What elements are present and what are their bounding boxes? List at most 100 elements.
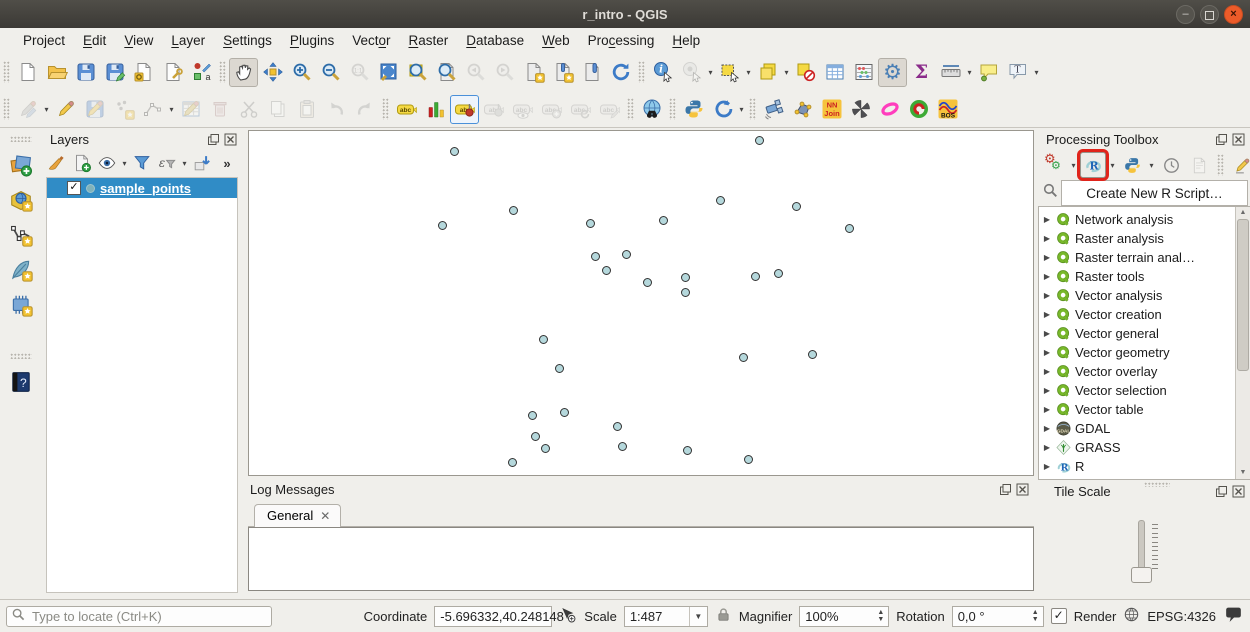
zoom-to-selection-icon[interactable] — [403, 58, 432, 87]
proc-python-icon[interactable] — [1119, 152, 1145, 178]
filter-expression-icon[interactable]: ε — [155, 151, 179, 175]
python-console-icon[interactable] — [679, 95, 708, 124]
proc-edit-icon[interactable] — [1229, 152, 1250, 178]
map-canvas[interactable] — [248, 130, 1034, 476]
chevron-down-icon[interactable]: ▾ — [42, 105, 51, 114]
expander-icon[interactable]: ▶ — [1042, 215, 1052, 224]
layer-row[interactable]: ✓sample_points — [47, 178, 237, 198]
dock-handle[interactable] — [10, 353, 32, 359]
processing-close-button[interactable] — [1231, 132, 1245, 146]
tilescale-float-button[interactable] — [1214, 484, 1228, 498]
zoom-in-icon[interactable] — [287, 58, 316, 87]
tree-item-vector-analysis[interactable]: ▶Vector analysis — [1042, 286, 1235, 305]
pinwheel-tool-icon[interactable] — [846, 95, 875, 124]
open-project-icon[interactable] — [42, 58, 71, 87]
new-virtual-layer-icon[interactable] — [8, 293, 34, 317]
extent-toggle-icon[interactable] — [559, 606, 577, 627]
bos-tool-icon[interactable]: BOS — [933, 95, 962, 124]
pan-map-icon[interactable] — [229, 58, 258, 87]
new-project-icon[interactable] — [13, 58, 42, 87]
chevron-down-icon[interactable]: ▾ — [180, 159, 189, 168]
tree-item-raster-tools[interactable]: ▶Raster tools — [1042, 267, 1235, 286]
data-source-manager-icon[interactable] — [8, 153, 34, 177]
filter-legend-icon[interactable] — [130, 151, 154, 175]
spin-up-icon[interactable]: ▲ — [1032, 609, 1039, 616]
tree-item-raster-analysis[interactable]: ▶Raster analysis — [1042, 229, 1235, 248]
save-project-icon[interactable] — [71, 58, 100, 87]
locator-box[interactable] — [6, 606, 272, 627]
layer-styling-icon[interactable] — [45, 151, 69, 175]
menu-item-vector[interactable]: Vector — [343, 30, 399, 51]
select-rectangle-icon[interactable] — [715, 58, 744, 87]
statistics-icon[interactable] — [849, 58, 878, 87]
spin-down-icon[interactable]: ▼ — [877, 616, 884, 623]
toolbar-handle[interactable] — [3, 61, 10, 83]
toggle-editing-icon[interactable] — [51, 95, 80, 124]
layers-close-button[interactable] — [223, 132, 237, 146]
expander-icon[interactable]: ▶ — [1042, 443, 1052, 452]
layer-diagram-icon[interactable] — [421, 95, 450, 124]
proc-scripts-icon[interactable]: ⚙⚙ — [1041, 152, 1067, 178]
add-group-icon[interactable] — [70, 151, 94, 175]
spin-up-icon[interactable]: ▲ — [877, 609, 884, 616]
tree-item-gdal[interactable]: ▶GDALGDAL — [1042, 419, 1235, 438]
layer-checkbox[interactable]: ✓ — [67, 181, 81, 195]
tree-item-vector-general[interactable]: ▶Vector general — [1042, 324, 1235, 343]
new-bookmark-icon[interactable] — [519, 58, 548, 87]
log-close-button[interactable] — [1015, 482, 1029, 496]
spiral-tool-icon[interactable] — [904, 95, 933, 124]
expander-icon[interactable]: ▶ — [1042, 348, 1052, 357]
tilescale-close-button[interactable] — [1231, 484, 1245, 498]
tree-scrollbar[interactable]: ▲▼ — [1235, 207, 1250, 479]
new-layout-icon[interactable] — [129, 58, 158, 87]
menu-item-edit[interactable]: Edit — [74, 30, 115, 51]
gps-tools-icon[interactable] — [759, 95, 788, 124]
chevron-down-icon[interactable]: ▾ — [1108, 161, 1117, 170]
toolbar-handle[interactable] — [382, 98, 389, 120]
chevron-down-icon[interactable]: ▾ — [1032, 68, 1041, 77]
tree-item-raster-terrain-anal[interactable]: ▶Raster terrain anal… — [1042, 248, 1235, 267]
select-expression-icon[interactable] — [753, 58, 782, 87]
zoom-out-icon[interactable] — [316, 58, 345, 87]
tree-item-network-analysis[interactable]: ▶Network analysis — [1042, 210, 1235, 229]
expander-icon[interactable]: ▶ — [1042, 424, 1052, 433]
style-manager-icon[interactable]: a — [187, 58, 216, 87]
text-annotation-icon[interactable]: T — [1003, 58, 1032, 87]
chevron-down-icon[interactable]: ▾ — [1069, 161, 1078, 170]
processing-history-icon[interactable] — [708, 95, 737, 124]
crs-globe-icon[interactable] — [1123, 606, 1140, 626]
sum-features-icon[interactable]: Σ — [907, 58, 936, 87]
toolbar-handle[interactable] — [669, 98, 676, 120]
maximize-button[interactable] — [1200, 5, 1219, 24]
tab-general[interactable]: General ✕ — [254, 504, 341, 527]
expander-icon[interactable]: ▶ — [1042, 405, 1052, 414]
layers-float-button[interactable] — [206, 132, 220, 146]
new-shapefile-icon[interactable] — [8, 223, 34, 247]
dock-handle[interactable] — [10, 136, 32, 142]
chevron-down-icon[interactable]: ▾ — [167, 105, 176, 114]
toolbar-handle[interactable] — [1217, 154, 1224, 176]
messages-icon[interactable] — [1223, 605, 1244, 627]
identify-icon[interactable]: i — [648, 58, 677, 87]
expander-icon[interactable]: ▶ — [1042, 329, 1052, 338]
expander-icon[interactable]: ▶ — [1042, 253, 1052, 262]
scroll-thumb[interactable] — [1237, 219, 1249, 371]
menu-item-plugins[interactable]: Plugins — [281, 30, 343, 51]
chevron-down-icon[interactable]: ▾ — [1147, 161, 1156, 170]
new-geopackage-icon[interactable] — [8, 188, 34, 212]
tree-item-vector-creation[interactable]: ▶Vector creation — [1042, 305, 1235, 324]
magnifier-spinbox[interactable]: 100% ▲▼ — [799, 606, 889, 627]
save-project-as-icon[interactable] — [100, 58, 129, 87]
tree-item-grass[interactable]: ▶GRASS — [1042, 438, 1235, 457]
map-themes-icon[interactable] — [95, 151, 119, 175]
chevron-down-icon[interactable]: ▼ — [689, 607, 707, 626]
tree-item-vector-overlay[interactable]: ▶Vector overlay — [1042, 362, 1235, 381]
chevron-down-icon[interactable]: ▾ — [706, 68, 715, 77]
bookmarks-icon[interactable] — [577, 58, 606, 87]
tree-item-vector-selection[interactable]: ▶Vector selection — [1042, 381, 1235, 400]
tree-item-vector-table[interactable]: ▶Vector table — [1042, 400, 1235, 419]
expander-icon[interactable]: ▶ — [1042, 310, 1052, 319]
coordinate-input[interactable]: -5.696332,40.248148 — [434, 606, 552, 627]
remove-layer-icon[interactable] — [190, 151, 214, 175]
show-bookmarks-icon[interactable] — [548, 58, 577, 87]
